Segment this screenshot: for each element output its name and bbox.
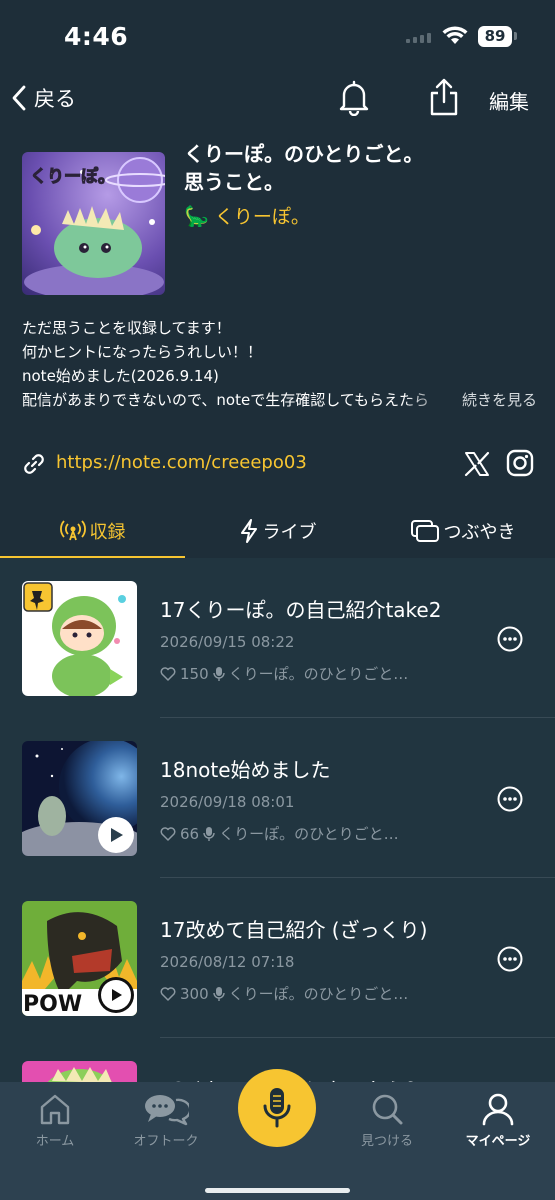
channel-name: くりーぽ。のひとりごと…: [228, 985, 409, 1003]
like-count: 150: [180, 664, 209, 683]
edit-button[interactable]: 編集: [489, 86, 529, 115]
like-count: 66: [180, 824, 200, 843]
episode-title: 17改めて自己紹介 (ざっくり): [160, 918, 428, 942]
tabbar-offtalk[interactable]: オフトーク: [116, 1092, 216, 1149]
bell-icon[interactable]: [338, 80, 370, 116]
tabbar-discover[interactable]: 見つける: [337, 1092, 437, 1149]
episode-item[interactable]: 17くりーぽ。の自己紹介take2 2026/09/15 08:22 150 く…: [0, 558, 555, 718]
episode-thumbnail: POW: [22, 901, 137, 1016]
dinosaur-emoji-icon: 🦕: [184, 203, 209, 228]
tabbar-label: オフトーク: [133, 1134, 199, 1149]
episode-thumbnail: [22, 581, 137, 696]
heart-icon: [160, 826, 176, 841]
record-button[interactable]: [238, 1069, 316, 1147]
channel-title: くりーぽ。のひとりごと。 思うこと。: [184, 140, 524, 196]
episode-title: 18note始めました: [160, 758, 331, 782]
tabbar-mypage[interactable]: マイページ: [448, 1092, 548, 1149]
microphone-icon: [212, 666, 225, 681]
description-line: note始めました(2026.9.14): [22, 367, 219, 385]
episode-item[interactable]: POW 17改めて自己紹介 (ざっくり) 2026/08/12 07:18 30…: [0, 878, 555, 1038]
chat-bubbles-icon: [145, 1095, 189, 1126]
like-count: 300: [180, 984, 209, 1003]
episode-meta: 300 くりーぽ。のひとりごと…: [160, 983, 408, 1004]
more-options-icon[interactable]: [497, 626, 523, 652]
link-icon: [24, 454, 44, 474]
channel-name: くりーぽ。のひとりごと…: [219, 825, 399, 843]
nav-bar: 戻る 編集: [0, 72, 555, 124]
tabbar-label: マイページ: [465, 1134, 531, 1149]
battery-tip: [514, 32, 517, 40]
episode-thumbnail: [22, 1061, 137, 1082]
broadcast-icon: [59, 520, 86, 541]
tab-label: ライブ: [262, 522, 317, 543]
episode-date: 2026/09/18 08:01: [160, 793, 295, 811]
external-link[interactable]: https://note.com/creeepo03: [56, 452, 307, 473]
channel-name: くりーぽ。のひとりごと…: [228, 665, 409, 683]
tab-live[interactable]: ライブ: [185, 505, 370, 557]
channel-title-line2: 思うこと。: [184, 170, 284, 194]
home-icon: [40, 1094, 70, 1125]
channel-description: ただ思うことを収録してます！ 何かヒントになったらうれしい！！ note始めまし…: [22, 316, 537, 412]
link-row: https://note.com/creeepo03: [22, 449, 534, 479]
lightning-icon: [240, 519, 257, 543]
status-time: 4:46: [64, 22, 129, 51]
back-button[interactable]: 戻る: [12, 82, 76, 114]
author-name: くりーぽ。: [214, 206, 310, 228]
description-line: 何かヒントになったらうれしい！！: [22, 343, 263, 361]
bottom-tab-bar: ホーム オフトーク 見つける マイページ: [0, 1069, 555, 1200]
content-tabs: 収録 ライブ つぶやき: [0, 505, 555, 559]
home-indicator: [205, 1188, 350, 1193]
battery-indicator: 89: [478, 26, 512, 47]
tabbar-label: ホーム: [35, 1134, 75, 1149]
play-icon: [98, 817, 134, 853]
heart-icon: [160, 666, 176, 681]
back-label: 戻る: [34, 87, 76, 111]
episode-title: 17くりーぽ。の自己紹介take2: [160, 598, 442, 622]
tab-label: つぶやき: [443, 522, 516, 543]
wifi-icon: [442, 26, 468, 44]
svg-text:くりーぽ。: くりーぽ。: [30, 166, 115, 187]
share-icon[interactable]: [428, 76, 460, 118]
episode-meta: 66 くりーぽ。のひとりごと…: [160, 823, 399, 844]
more-options-icon[interactable]: [497, 786, 523, 812]
chevron-left-icon: [12, 85, 26, 111]
microphone-icon: [263, 1088, 291, 1128]
play-icon: [107, 668, 125, 686]
text-fade: [402, 388, 462, 412]
description-line: ただ思うことを収録してます！: [22, 319, 231, 337]
episode-thumbnail: [22, 741, 137, 856]
more-options-icon[interactable]: [497, 946, 523, 972]
cards-icon: [410, 520, 439, 542]
status-bar: 4:46 89: [0, 0, 555, 70]
svg-text:POW: POW: [23, 992, 82, 1016]
person-icon: [482, 1093, 514, 1126]
episode-list: 17くりーぽ。の自己紹介take2 2026/09/15 08:22 150 く…: [0, 558, 555, 1082]
instagram-icon[interactable]: [506, 449, 534, 477]
tab-recordings[interactable]: 収録: [0, 505, 185, 557]
channel-title-line1: くりーぽ。のひとりごと。: [184, 142, 424, 166]
read-more-link[interactable]: 続きを見る: [457, 388, 537, 412]
x-twitter-icon[interactable]: [462, 449, 492, 479]
tab-label: 収録: [89, 522, 126, 543]
episode-item[interactable]: 18note始めました 2026/09/18 08:01 66 くりーぽ。のひと…: [0, 718, 555, 878]
episode-meta: 150 くりーぽ。のひとりごと…: [160, 663, 408, 684]
tabbar-home[interactable]: ホーム: [5, 1092, 105, 1149]
tabbar-label: 見つける: [360, 1134, 413, 1149]
episode-date: 2026/09/15 08:22: [160, 633, 295, 651]
microphone-icon: [212, 986, 225, 1001]
episode-date: 2026/08/12 07:18: [160, 953, 295, 971]
play-icon: [98, 977, 134, 1013]
channel-author-link[interactable]: 🦕 くりーぽ。: [184, 202, 310, 229]
tab-murmurs[interactable]: つぶやき: [370, 505, 555, 557]
microphone-icon: [203, 826, 215, 841]
channel-artwork: くりーぽ。: [22, 152, 165, 295]
search-icon: [372, 1094, 403, 1125]
cellular-signal-icon: [406, 33, 434, 43]
heart-icon: [160, 986, 176, 1001]
